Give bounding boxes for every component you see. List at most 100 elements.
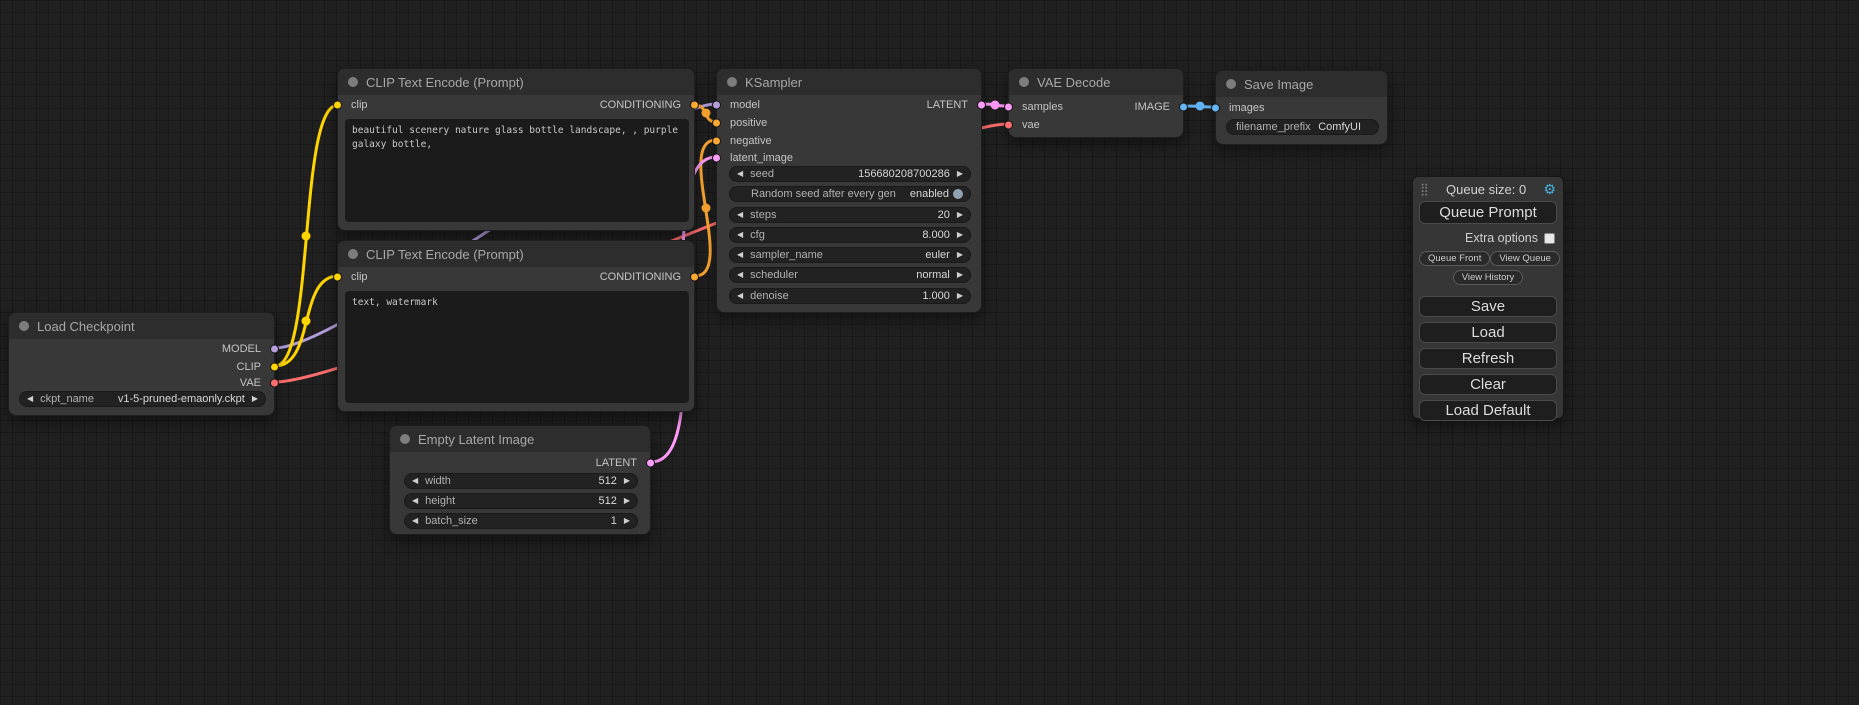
input-port-latent-image[interactable] [712, 154, 721, 163]
widget-name: scheduler [750, 269, 798, 281]
node-titlebar[interactable]: Empty Latent Image [390, 426, 650, 452]
output-label-conditioning: CONDITIONING [600, 99, 681, 111]
input-port-clip[interactable] [333, 273, 342, 282]
node-titlebar[interactable]: KSampler [717, 69, 981, 95]
node-save-image[interactable]: Save Image images filename_prefix ComfyU… [1215, 70, 1388, 145]
output-slot-latent: LATENT [823, 96, 981, 114]
decrement-icon[interactable]: ◀ [737, 170, 743, 178]
input-port-vae[interactable] [1004, 121, 1013, 130]
output-port-latent[interactable] [977, 101, 986, 110]
refresh-button[interactable]: Refresh [1419, 348, 1557, 369]
extra-options-label: Extra options [1465, 231, 1538, 245]
decrement-icon[interactable]: ◀ [412, 497, 418, 505]
widget-name: batch_size [425, 515, 478, 527]
increment-icon[interactable]: ▶ [957, 170, 963, 178]
output-port-vae[interactable] [270, 379, 279, 388]
negative-prompt-textarea[interactable]: text, watermark [345, 291, 689, 403]
toggle-knob[interactable] [953, 189, 963, 199]
settings-gear-icon[interactable]: ⚙ [1543, 181, 1556, 198]
input-port-clip[interactable] [333, 101, 342, 110]
widget-scheduler[interactable]: ◀ scheduler normal ▶ [729, 267, 971, 283]
view-history-button[interactable]: View History [1453, 270, 1524, 285]
node-clip-text-encode-positive[interactable]: CLIP Text Encode (Prompt) clip CONDITION… [337, 68, 695, 231]
input-port-model[interactable] [712, 101, 721, 110]
widget-value: ComfyUI [1318, 121, 1361, 133]
input-label-negative: negative [730, 135, 772, 147]
decrement-icon[interactable]: ◀ [737, 231, 743, 239]
widget-width[interactable]: ◀ width 512 ▶ [404, 473, 638, 489]
collapse-dot[interactable] [1226, 79, 1236, 89]
widget-ckpt-name[interactable]: ◀ ckpt_name v1-5-pruned-emaonly.ckpt ▶ [19, 391, 266, 407]
extra-options-checkbox[interactable] [1544, 233, 1555, 244]
queue-front-button[interactable]: Queue Front [1419, 251, 1490, 266]
decrement-icon[interactable]: ◀ [412, 517, 418, 525]
increment-icon[interactable]: ▶ [624, 517, 630, 525]
node-titlebar[interactable]: Load Checkpoint [9, 313, 274, 339]
node-title: CLIP Text Encode (Prompt) [366, 247, 524, 262]
output-port-clip[interactable] [270, 363, 279, 372]
node-titlebar[interactable]: CLIP Text Encode (Prompt) [338, 241, 694, 267]
clear-button[interactable]: Clear [1419, 374, 1557, 395]
widget-height[interactable]: ◀ height 512 ▶ [404, 493, 638, 509]
decrement-icon[interactable]: ◀ [737, 271, 743, 279]
node-titlebar[interactable]: CLIP Text Encode (Prompt) [338, 69, 694, 95]
decrement-icon[interactable]: ◀ [27, 395, 33, 403]
output-slot-vae: VAE [115, 374, 274, 392]
increment-icon[interactable]: ▶ [252, 395, 258, 403]
collapse-dot[interactable] [727, 77, 737, 87]
widget-random-seed-toggle[interactable]: Random seed after every gen enabled [729, 186, 971, 202]
decrement-icon[interactable]: ◀ [412, 477, 418, 485]
save-button[interactable]: Save [1419, 296, 1557, 317]
drag-handle-icon[interactable]: ⣿ [1420, 182, 1429, 196]
node-titlebar[interactable]: Save Image [1216, 71, 1387, 97]
output-slot-conditioning: CONDITIONING [480, 96, 694, 114]
view-queue-button[interactable]: View Queue [1490, 251, 1560, 266]
input-port-negative[interactable] [712, 137, 721, 146]
increment-icon[interactable]: ▶ [957, 271, 963, 279]
input-port-samples[interactable] [1004, 103, 1013, 112]
collapse-dot[interactable] [1019, 77, 1029, 87]
output-port-image[interactable] [1179, 103, 1188, 112]
decrement-icon[interactable]: ◀ [737, 211, 743, 219]
node-vae-decode[interactable]: VAE Decode samples vae IMAGE [1008, 68, 1184, 138]
node-ksampler[interactable]: KSampler model positive negative latent_… [716, 68, 982, 313]
output-port-latent[interactable] [646, 459, 655, 468]
output-port-model[interactable] [270, 345, 279, 354]
increment-icon[interactable]: ▶ [957, 211, 963, 219]
input-label-images: images [1229, 102, 1264, 114]
load-default-button[interactable]: Load Default [1419, 400, 1557, 421]
increment-icon[interactable]: ▶ [624, 477, 630, 485]
widget-batch-size[interactable]: ◀ batch_size 1 ▶ [404, 513, 638, 529]
widget-name: seed [750, 168, 774, 180]
widget-sampler-name[interactable]: ◀ sampler_name euler ▶ [729, 247, 971, 263]
collapse-dot[interactable] [348, 249, 358, 259]
decrement-icon[interactable]: ◀ [737, 251, 743, 259]
queue-prompt-button[interactable]: Queue Prompt [1419, 201, 1557, 224]
widget-denoise[interactable]: ◀ denoise 1.000 ▶ [729, 288, 971, 304]
widget-seed[interactable]: ◀ seed 156680208700286 ▶ [729, 166, 971, 182]
increment-icon[interactable]: ▶ [957, 292, 963, 300]
widget-filename-prefix[interactable]: filename_prefix ComfyUI [1226, 119, 1379, 135]
collapse-dot[interactable] [348, 77, 358, 87]
load-button[interactable]: Load [1419, 322, 1557, 343]
increment-icon[interactable]: ▶ [957, 231, 963, 239]
node-empty-latent-image[interactable]: Empty Latent Image LATENT ◀ width 512 ▶ … [389, 425, 651, 535]
node-titlebar[interactable]: VAE Decode [1009, 69, 1183, 95]
output-port-conditioning[interactable] [690, 101, 699, 110]
positive-prompt-textarea[interactable]: beautiful scenery nature glass bottle la… [345, 119, 689, 222]
decrement-icon[interactable]: ◀ [737, 292, 743, 300]
widget-value: normal [916, 269, 950, 281]
node-load-checkpoint[interactable]: Load Checkpoint MODEL CLIP VAE ◀ ckpt_na… [8, 312, 275, 416]
widget-steps[interactable]: ◀ steps 20 ▶ [729, 207, 971, 223]
output-slot-latent: LATENT [494, 454, 650, 472]
collapse-dot[interactable] [400, 434, 410, 444]
increment-icon[interactable]: ▶ [624, 497, 630, 505]
widget-cfg[interactable]: ◀ cfg 8.000 ▶ [729, 227, 971, 243]
widget-value: 1 [611, 515, 617, 527]
input-port-images[interactable] [1211, 104, 1220, 113]
node-clip-text-encode-negative[interactable]: CLIP Text Encode (Prompt) clip CONDITION… [337, 240, 695, 412]
input-port-positive[interactable] [712, 119, 721, 128]
collapse-dot[interactable] [19, 321, 29, 331]
increment-icon[interactable]: ▶ [957, 251, 963, 259]
output-port-conditioning[interactable] [690, 273, 699, 282]
